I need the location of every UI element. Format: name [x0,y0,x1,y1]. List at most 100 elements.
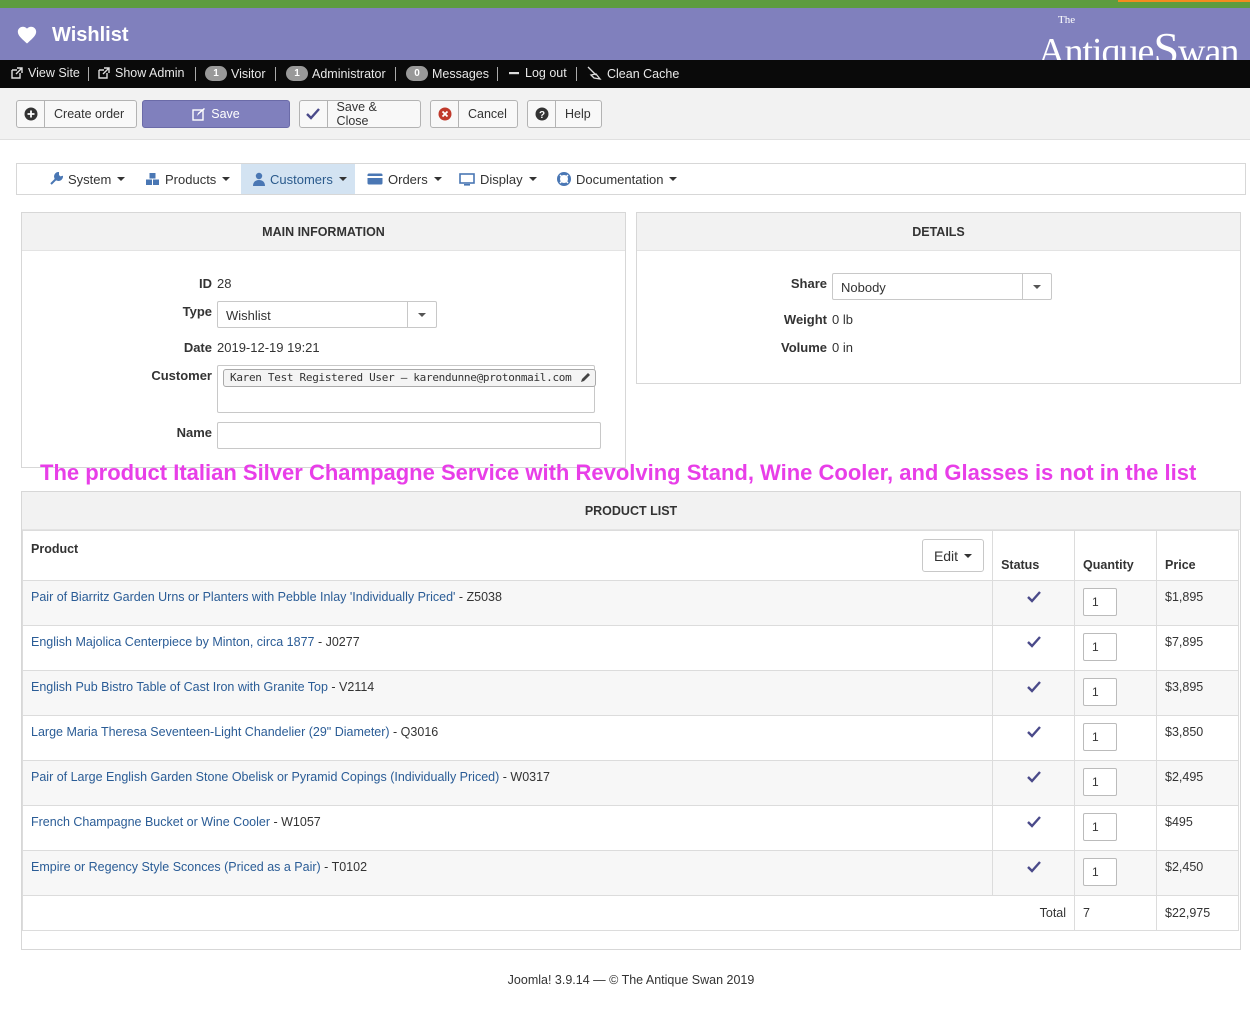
total-quantity: 7 [1074,895,1158,931]
checkmark-icon[interactable] [1026,591,1041,603]
product-link[interactable]: Large Maria Theresa Seventeen-Light Chan… [31,725,390,739]
chevron-down-icon [528,177,537,181]
checkmark-icon [300,101,328,127]
quantity-input[interactable]: 1 [1083,678,1118,706]
checkmark-icon[interactable] [1026,816,1041,828]
table-row: Empire or Regency Style Sconces (Priced … [21,850,1239,896]
product-link[interactable]: French Champagne Bucket or Wine Cooler [31,815,270,829]
quantity-input[interactable]: 1 [1083,768,1118,796]
visitor-count[interactable]: 1 Visitor [205,66,266,81]
product-link[interactable]: Empire or Regency Style Sconces (Priced … [31,860,321,874]
product-link[interactable]: Pair of Large English Garden Stone Obeli… [31,770,499,784]
create-order-button[interactable]: Create order [16,100,137,128]
menu-products[interactable]: Products [145,164,231,194]
share-select[interactable]: Nobody [832,273,1052,300]
customer-tag[interactable]: Karen Test Registered User – karendunne@… [223,369,597,387]
price-cell: $495 [1156,805,1239,851]
quantity-input[interactable]: 1 [1083,588,1118,616]
external-link-icon [11,67,23,79]
weight-label: Weight [783,312,827,327]
table-row: Large Maria Theresa Seventeen-Light Chan… [21,715,1239,761]
show-admin-link[interactable]: Show Admin [98,66,184,80]
administrator-badge: 1 [286,66,308,81]
checkmark-icon[interactable] [1026,681,1041,693]
price-cell: $1,895 [1156,580,1239,626]
type-label: Type [182,304,212,319]
quantity-cell: 1 [1074,580,1158,626]
save-button[interactable]: Save [142,100,290,128]
plus-circle-icon [17,101,45,127]
separator [275,67,276,81]
broom-icon [587,66,602,80]
chevron-down-icon[interactable] [407,302,436,327]
quantity-cell: 1 [1074,670,1158,716]
administrator-count[interactable]: 1 Administrator [286,66,386,81]
status-cell [992,670,1076,716]
menu-documentation[interactable]: Documentation [557,164,678,194]
wrench-icon [50,172,63,185]
logout-link[interactable]: Log out [508,66,567,80]
site-logo[interactable]: The AntiqueSwan [1038,12,1239,74]
pencil-icon[interactable] [579,372,591,384]
product-link[interactable]: English Pub Bistro Table of Cast Iron wi… [31,680,328,694]
clean-cache-link[interactable]: Clean Cache [587,66,679,81]
checkmark-icon[interactable] [1026,726,1041,738]
quantity-cell: 1 [1074,715,1158,761]
separator [395,67,396,81]
customer-field[interactable]: Karen Test Registered User – karendunne@… [217,365,597,413]
chevron-down-icon[interactable] [1022,274,1051,299]
product-link[interactable]: Pair of Biarritz Garden Urns or Planters… [31,590,455,604]
product-cell: Pair of Large English Garden Stone Obeli… [21,760,994,806]
quantity-input[interactable]: 1 [1083,723,1118,751]
type-select[interactable]: Wishlist [217,301,437,328]
quantity-cell: 1 [1074,805,1158,851]
status-cell [992,580,1076,626]
cancel-button[interactable]: Cancel [430,100,518,128]
price-cell: $2,450 [1156,850,1239,896]
table-row: English Majolica Centerpiece by Minton, … [21,625,1239,671]
menu-system[interactable]: System [49,164,126,194]
total-price: $22,975 [1156,895,1239,931]
checkmark-icon[interactable] [1026,861,1041,873]
edit-dropdown-button[interactable]: Edit [921,539,985,572]
id-label: ID [199,276,212,291]
quantity-cell: 1 [1074,850,1158,896]
quantity-cell: 1 [1074,760,1158,806]
product-cell: English Majolica Centerpiece by Minton, … [21,625,994,671]
main-information-heading: MAIN INFORMATION [22,213,625,251]
save-close-button[interactable]: Save & Close [299,100,421,128]
price-cell: $3,850 [1156,715,1239,761]
product-cell: Pair of Biarritz Garden Urns or Planters… [21,580,994,626]
separator [576,67,577,81]
menu-customers[interactable]: Customers [241,164,355,194]
chevron-down-icon [433,177,442,181]
not-in-list-message: The product Italian Silver Champagne Ser… [40,460,1197,485]
checkmark-icon[interactable] [1026,771,1041,783]
table-row: Pair of Large English Garden Stone Obeli… [21,760,1239,806]
quantity-input[interactable]: 1 [1083,813,1118,841]
quantity-input[interactable]: 1 [1083,858,1118,886]
name-label: Name [176,425,212,440]
table-row: French Champagne Bucket or Wine Cooler -… [21,805,1239,851]
help-button[interactable]: ? Help [527,100,602,128]
quantity-cell: 1 [1074,625,1158,671]
product-column-header: Product Edit [21,530,994,581]
product-code: - V2114 [327,680,375,694]
top-color-stripe [0,0,1250,8]
name-input[interactable] [217,422,601,449]
separator [497,67,498,81]
details-heading: DETAILS [637,213,1240,251]
quantity-column-header: Quantity [1074,530,1158,581]
toolbar: Create order Save Save & Close Cancel ? … [0,88,1250,140]
total-label: Total [21,895,1076,931]
weight-value: 0 lb [832,312,853,327]
page-title: Wishlist [52,24,129,46]
monitor-icon [459,172,475,186]
checkmark-icon[interactable] [1026,636,1041,648]
menu-orders[interactable]: Orders [367,164,442,194]
product-link[interactable]: English Majolica Centerpiece by Minton, … [31,635,314,649]
menu-display[interactable]: Display [459,164,537,194]
quantity-input[interactable]: 1 [1083,633,1118,661]
messages-link[interactable]: 0 Messages [406,66,489,81]
view-site-link[interactable]: View Site [11,66,80,80]
